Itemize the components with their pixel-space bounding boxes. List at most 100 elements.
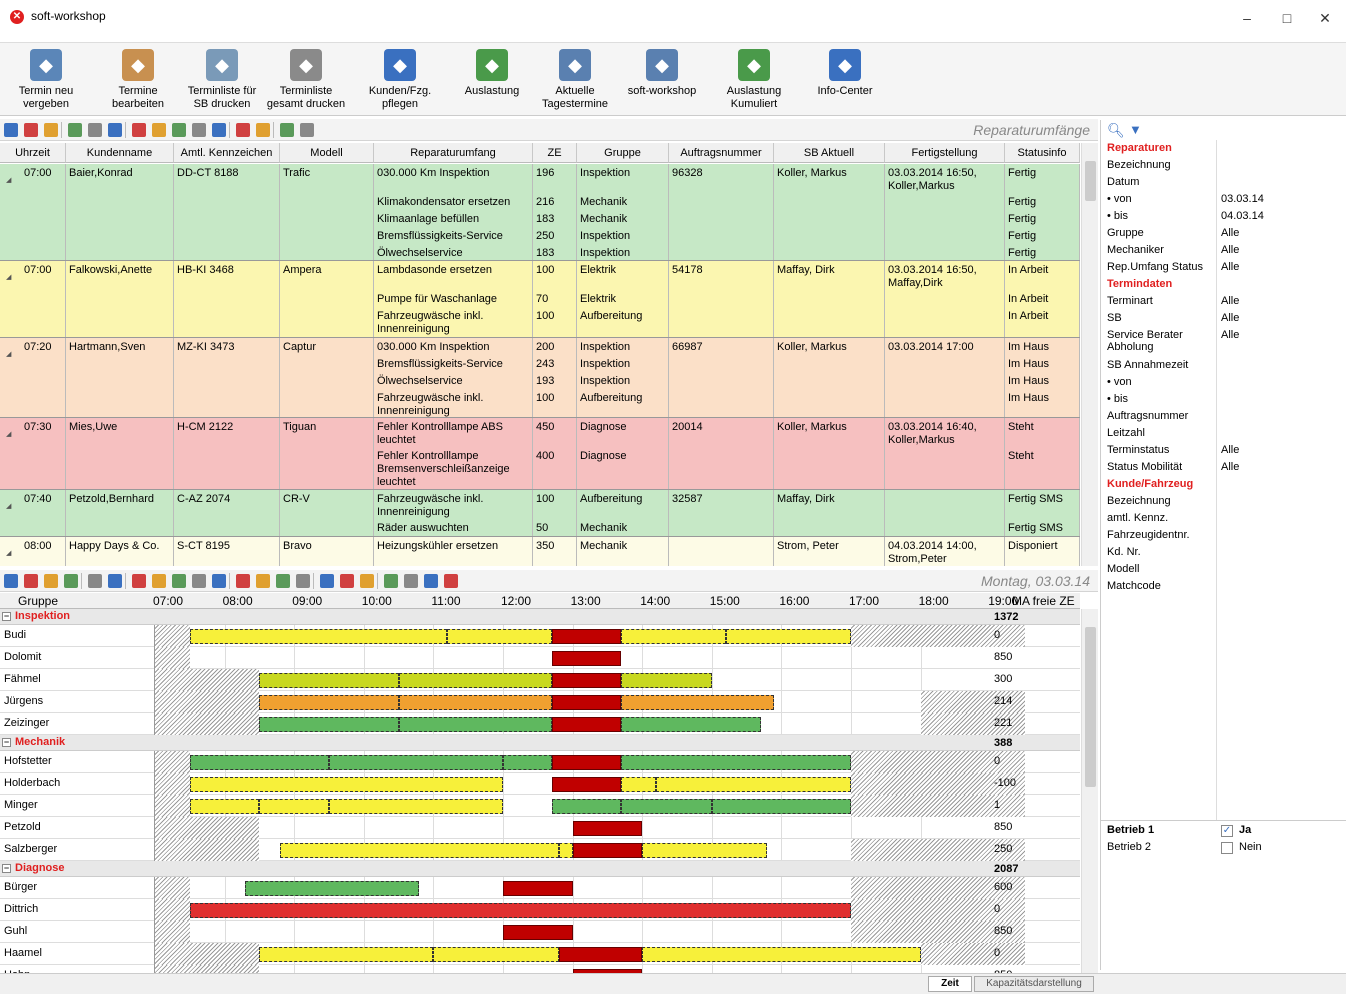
task-bar[interactable]: [447, 629, 552, 644]
task-bar[interactable]: [280, 843, 559, 858]
task-bar[interactable]: [259, 799, 329, 814]
filter-value[interactable]: Alle: [1221, 261, 1239, 273]
filter-value[interactable]: Alle: [1221, 444, 1239, 456]
ribbon-button-0[interactable]: ◆ Termin neu vergeben: [8, 49, 84, 115]
group-section[interactable]: − Diagnose 2087: [0, 861, 1080, 877]
gantt-scrollbar[interactable]: [1081, 609, 1098, 973]
toolbar-icon[interactable]: [212, 123, 226, 137]
filter-value[interactable]: Alle: [1221, 244, 1239, 256]
task-bar[interactable]: [572, 821, 643, 836]
filter-value[interactable]: 03.03.14: [1221, 193, 1264, 205]
task-bar[interactable]: [245, 881, 420, 896]
task-bar[interactable]: [398, 717, 552, 732]
checkbox[interactable]: ✓: [1221, 825, 1233, 837]
collapse-icon[interactable]: −: [2, 738, 11, 747]
task-bar[interactable]: [558, 947, 643, 962]
task-bar[interactable]: [642, 843, 768, 858]
toolbar-icon[interactable]: [44, 123, 58, 137]
toolbar-icon[interactable]: [300, 123, 314, 137]
task-bar[interactable]: [551, 673, 622, 688]
toolbar-icon[interactable]: [192, 574, 206, 588]
ribbon-button-3[interactable]: ◆ Terminliste gesamt drucken: [266, 49, 346, 115]
task-bar[interactable]: [621, 695, 775, 710]
collapse-icon[interactable]: −: [2, 612, 11, 621]
task-bar[interactable]: [259, 673, 399, 688]
task-bar[interactable]: [503, 755, 552, 770]
expand-arrow-icon[interactable]: ◢: [6, 271, 62, 284]
ribbon-button-2[interactable]: ◆ Terminliste für SB drucken: [182, 49, 262, 115]
toolbar-icon[interactable]: [152, 574, 166, 588]
toolbar-icon[interactable]: [384, 574, 398, 588]
column-header[interactable]: Amtl. Kennzeichen: [174, 143, 280, 163]
task-bar[interactable]: [189, 629, 448, 644]
toolbar-icon[interactable]: [360, 574, 374, 588]
toolbar-icon[interactable]: [4, 574, 18, 588]
task-bar[interactable]: [551, 755, 622, 770]
task-bar[interactable]: [259, 947, 434, 962]
table-row[interactable]: 08:00 ◢ Happy Days & Co. S-CT 8195 Bravo Heiz…: [0, 537, 1080, 566]
toolbar-icon[interactable]: [192, 123, 206, 137]
toolbar-icon[interactable]: [236, 574, 250, 588]
task-bar[interactable]: [711, 799, 851, 814]
expand-arrow-icon[interactable]: ◢: [6, 500, 62, 513]
task-bar[interactable]: [621, 799, 712, 814]
task-bar[interactable]: [551, 695, 622, 710]
column-header[interactable]: Kundenname: [66, 143, 174, 163]
task-bar[interactable]: [621, 673, 712, 688]
toolbar-icon[interactable]: [212, 574, 226, 588]
task-bar[interactable]: [189, 755, 329, 770]
toolbar-icon[interactable]: [132, 123, 146, 137]
toolbar-icon[interactable]: [280, 123, 294, 137]
task-bar[interactable]: [329, 755, 503, 770]
toolbar-icon[interactable]: [296, 574, 310, 588]
toolbar-icon[interactable]: [44, 574, 58, 588]
task-bar[interactable]: [572, 843, 643, 858]
ribbon-button-7[interactable]: ◆ soft-workshop: [622, 49, 702, 115]
toolbar-icon[interactable]: [108, 123, 122, 137]
group-section[interactable]: − Mechanik 388: [0, 735, 1080, 751]
task-bar[interactable]: [621, 717, 761, 732]
toolbar-icon[interactable]: [64, 574, 78, 588]
toolbar-icon[interactable]: [108, 574, 122, 588]
checkbox[interactable]: [1221, 842, 1233, 854]
task-bar[interactable]: [189, 777, 503, 792]
toolbar-icon[interactable]: [276, 574, 290, 588]
ribbon-button-6[interactable]: ◆ Aktuelle Tagestermine: [535, 49, 615, 115]
toolbar-icon[interactable]: [88, 574, 102, 588]
ribbon-button-9[interactable]: ◆ Info-Center: [805, 49, 885, 115]
column-header[interactable]: ZE: [533, 143, 577, 163]
task-bar[interactable]: [259, 695, 399, 710]
task-bar[interactable]: [551, 777, 622, 792]
group-section[interactable]: − Inspektion 1372: [0, 609, 1080, 625]
filter-icon[interactable]: ▼: [1129, 122, 1142, 137]
toolbar-icon[interactable]: [256, 574, 270, 588]
task-bar[interactable]: [189, 903, 851, 918]
column-header[interactable]: Uhrzeit: [0, 143, 66, 163]
table-row[interactable]: 07:20 ◢ Hartmann,Sven MZ-KI 3473 Captur 030.0…: [0, 338, 1080, 418]
task-bar[interactable]: [503, 925, 573, 940]
column-header[interactable]: Fertigstellung: [885, 143, 1005, 163]
toolbar-icon[interactable]: [320, 574, 334, 588]
scroll-thumb[interactable]: [1085, 161, 1096, 201]
toolbar-icon[interactable]: [256, 123, 270, 137]
tab-kapazitaet[interactable]: Kapazitätsdarstellung: [974, 976, 1094, 992]
toolbar-icon[interactable]: [152, 123, 166, 137]
table-row[interactable]: 07:00 ◢ Falkowski,Anette HB-KI 3468 Ampera La…: [0, 261, 1080, 338]
task-bar[interactable]: [621, 777, 657, 792]
toolbar-icon[interactable]: [24, 123, 38, 137]
minimize-button[interactable]: –: [1237, 8, 1257, 28]
toolbar-icon[interactable]: [172, 123, 186, 137]
toolbar-icon[interactable]: [88, 123, 102, 137]
task-bar[interactable]: [551, 717, 622, 732]
collapse-icon[interactable]: −: [2, 864, 11, 873]
column-header[interactable]: Modell: [280, 143, 374, 163]
task-bar[interactable]: [259, 717, 399, 732]
filter-value[interactable]: Alle: [1221, 295, 1239, 307]
task-bar[interactable]: [433, 947, 559, 962]
task-bar[interactable]: [725, 629, 851, 644]
table-row[interactable]: 07:40 ◢ Petzold,Bernhard C-AZ 2074 CR-V Fahrz…: [0, 490, 1080, 537]
filter-value[interactable]: Alle: [1221, 329, 1239, 341]
maximize-button[interactable]: □: [1277, 8, 1297, 28]
ribbon-button-4[interactable]: ◆ Kunden/Fzg. pflegen: [360, 49, 440, 115]
task-bar[interactable]: [621, 755, 851, 770]
